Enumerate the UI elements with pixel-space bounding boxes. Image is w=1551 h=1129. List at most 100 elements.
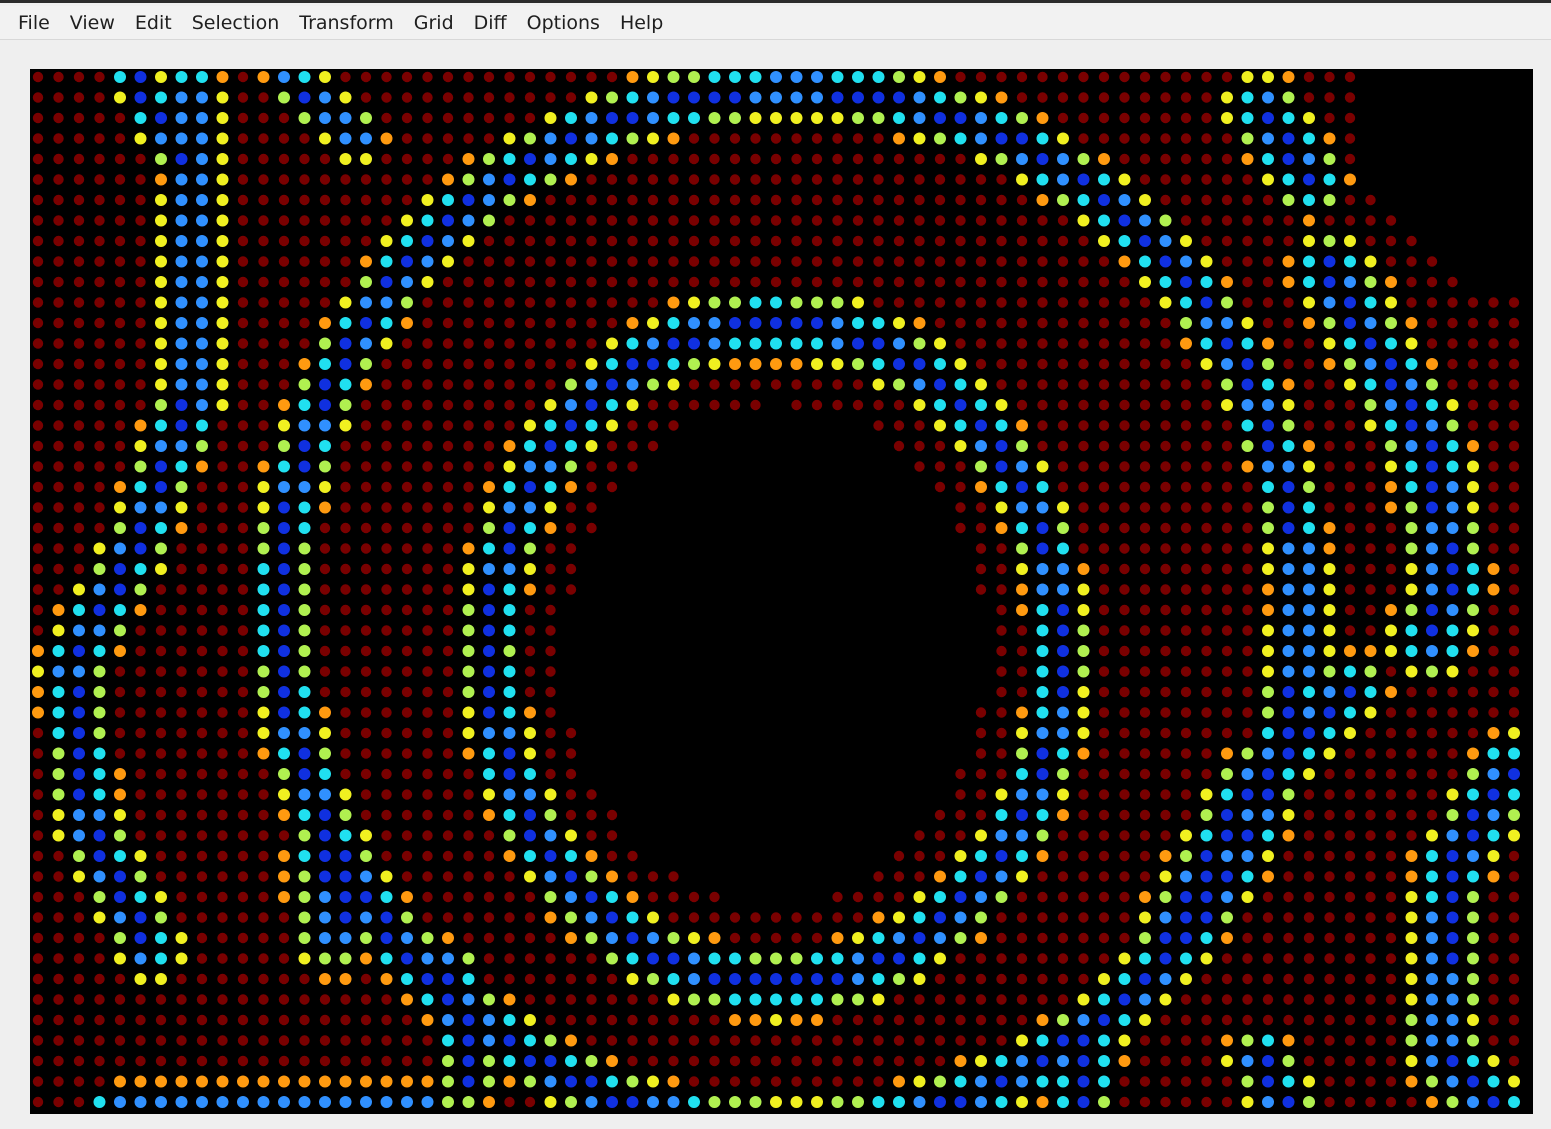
lattice-point	[627, 297, 638, 308]
lattice-point	[1447, 686, 1458, 698]
lattice-point	[790, 91, 803, 104]
lattice-point	[524, 727, 536, 739]
lattice-point	[1057, 768, 1069, 780]
lattice-point	[1487, 727, 1500, 739]
menu-transform[interactable]: Transform	[289, 8, 404, 38]
lattice-point	[1283, 297, 1294, 308]
lattice-point	[299, 1055, 310, 1067]
lattice-point	[1303, 522, 1315, 534]
menu-view[interactable]: View	[60, 8, 125, 38]
lattice-point	[1324, 994, 1335, 1005]
lattice-point	[1282, 563, 1295, 575]
lattice-point	[688, 194, 700, 206]
lattice-point	[1221, 420, 1233, 431]
lattice-point	[1037, 276, 1048, 288]
lattice-point	[811, 973, 823, 985]
menu-options[interactable]: Options	[517, 8, 610, 38]
lattice-point	[1344, 604, 1356, 616]
lattice-point	[1405, 522, 1418, 534]
lattice-point	[1221, 522, 1233, 534]
lattice-point	[1078, 891, 1089, 903]
menu-edit[interactable]: Edit	[125, 8, 182, 38]
lattice-point	[134, 973, 147, 985]
lattice-point	[1057, 379, 1069, 390]
lattice-point	[1405, 1014, 1418, 1026]
lattice-point	[298, 932, 311, 944]
lattice-point	[442, 625, 454, 636]
lattice-point	[524, 994, 536, 1005]
lattice-point	[1262, 542, 1274, 555]
lattice-point	[504, 297, 515, 308]
lattice-point	[196, 481, 208, 493]
lattice-point	[1344, 502, 1356, 513]
lattice-point	[1036, 1096, 1049, 1108]
lattice-point	[893, 317, 905, 329]
lattice-point	[688, 112, 700, 124]
lattice-point	[258, 174, 269, 185]
lattice-point	[216, 112, 229, 124]
lattice-point	[1262, 706, 1274, 719]
lattice-point	[1262, 481, 1274, 493]
lattice-point	[1139, 235, 1151, 247]
lattice-point	[1467, 973, 1479, 985]
lattice-point	[545, 563, 556, 575]
lattice-point	[544, 1075, 557, 1088]
lattice-point	[934, 952, 946, 965]
lattice-point	[1077, 727, 1090, 739]
lattice-point	[360, 911, 372, 924]
lattice-point	[585, 850, 598, 862]
lattice-point	[1016, 481, 1028, 493]
lattice-point	[1139, 768, 1151, 780]
lattice-point	[750, 912, 761, 923]
lattice-point	[1406, 830, 1417, 841]
lattice-visualization[interactable]	[30, 69, 1533, 1114]
menu-grid[interactable]: Grid	[404, 8, 464, 38]
lattice-point	[1426, 378, 1438, 391]
menu-diff[interactable]: Diff	[464, 8, 517, 38]
lattice-point	[1282, 768, 1295, 780]
lattice-point	[298, 706, 311, 719]
lattice-point	[340, 707, 351, 718]
lattice-canvas[interactable]	[30, 69, 1533, 1114]
lattice-point	[709, 379, 720, 390]
lattice-point	[667, 337, 680, 350]
lattice-point	[667, 91, 680, 104]
lattice-point	[1037, 994, 1048, 1005]
lattice-point	[237, 727, 249, 739]
lattice-point	[1016, 440, 1028, 452]
lattice-point	[401, 502, 413, 513]
menu-help[interactable]: Help	[610, 8, 673, 38]
lattice-point	[872, 337, 885, 350]
lattice-point	[955, 215, 966, 226]
lattice-point	[524, 215, 536, 226]
lattice-point	[483, 665, 495, 678]
lattice-point	[1426, 686, 1438, 698]
lattice-point	[298, 911, 311, 924]
lattice-point	[175, 358, 188, 370]
lattice-point	[1365, 850, 1376, 862]
lattice-point	[401, 993, 413, 1006]
lattice-point	[114, 932, 126, 944]
lattice-point	[1057, 583, 1069, 596]
lattice-point	[1200, 788, 1213, 801]
lattice-point	[1201, 748, 1212, 759]
lattice-point	[1406, 235, 1417, 247]
lattice-point	[1160, 584, 1171, 595]
lattice-point	[873, 891, 884, 903]
lattice-point	[545, 543, 556, 554]
lattice-point	[749, 71, 762, 83]
lattice-point	[258, 92, 269, 103]
lattice-point	[483, 317, 495, 329]
lattice-point	[483, 399, 495, 411]
lattice-point	[975, 809, 987, 821]
lattice-point	[1323, 706, 1336, 719]
lattice-point	[1057, 809, 1069, 821]
lattice-point	[401, 194, 413, 206]
lattice-point	[421, 952, 434, 965]
lattice-point	[339, 378, 352, 391]
lattice-point	[1036, 1034, 1049, 1047]
lattice-point	[237, 912, 249, 923]
menu-selection[interactable]: Selection	[182, 8, 290, 38]
lattice-point	[647, 194, 659, 206]
menu-file[interactable]: File	[8, 8, 60, 38]
